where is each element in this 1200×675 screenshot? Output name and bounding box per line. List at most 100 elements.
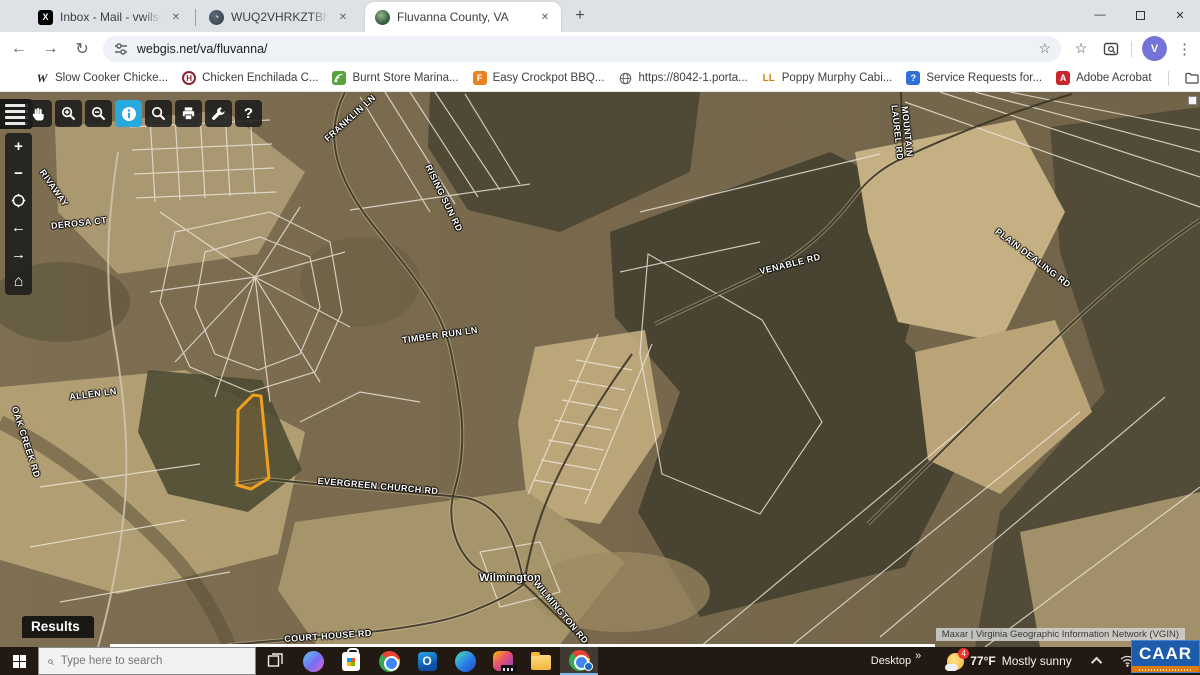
file-explorer-icon bbox=[531, 655, 551, 670]
taskbar-store[interactable] bbox=[332, 647, 370, 675]
tab-fluvanna-county[interactable]: Fluvanna County, VA ✕ bbox=[365, 2, 561, 32]
site-info-icon[interactable] bbox=[113, 41, 129, 57]
print-tool-button[interactable] bbox=[175, 100, 202, 127]
search-icon: ⌕ bbox=[47, 654, 54, 669]
close-button[interactable]: ✕ bbox=[1160, 0, 1200, 30]
weather-temperature: 77°F bbox=[970, 654, 995, 668]
results-panel-tab[interactable]: Results bbox=[22, 616, 94, 638]
bookmark-easy-crockpot[interactable]: F Easy Crockpot BBQ... bbox=[466, 67, 612, 89]
profile-avatar[interactable]: V bbox=[1142, 36, 1167, 61]
identify-tool-button[interactable] bbox=[115, 100, 142, 127]
bookmark-burnt-store[interactable]: Burnt Store Marina... bbox=[325, 67, 465, 89]
browser-tab-strip: X Inbox - Mail - vwilsonrealtor@ ✕ ◔ WUQ… bbox=[0, 0, 1200, 32]
screen: X Inbox - Mail - vwilsonrealtor@ ✕ ◔ WUQ… bbox=[0, 0, 1200, 675]
all-bookmarks-group: All Bookmarks bbox=[1159, 67, 1200, 89]
taskbar-edge[interactable] bbox=[446, 647, 484, 675]
folder-icon bbox=[1185, 71, 1199, 85]
globe-dark-favicon: ◔ bbox=[209, 10, 224, 25]
m365-copilot-icon bbox=[493, 651, 513, 671]
desktop-toolbar-label[interactable]: Desktop bbox=[871, 655, 911, 667]
bookmark-chicken-enchilada[interactable]: H Chicken Enchilada C... bbox=[175, 67, 325, 89]
zoom-in-button[interactable]: + bbox=[5, 133, 32, 160]
weather-alert-badge: 4 bbox=[958, 648, 969, 659]
full-extent-button[interactable] bbox=[5, 187, 32, 214]
bookmark-slow-cooker[interactable]: W Slow Cooker Chicke... bbox=[28, 67, 175, 89]
new-tab-button[interactable]: + bbox=[567, 3, 593, 29]
bookmark-label: Adobe Acrobat bbox=[1076, 72, 1151, 84]
bookmark-8042-portal[interactable]: https://8042-1.porta... bbox=[611, 67, 754, 89]
taskbar-chrome-active[interactable] bbox=[560, 647, 598, 675]
weather-widget[interactable]: 4 77°F Mostly sunny bbox=[947, 653, 1072, 670]
tab-title: Inbox - Mail - vwilsonrealtor@ bbox=[60, 10, 161, 24]
tools-button[interactable] bbox=[205, 100, 232, 127]
back-icon[interactable]: ← bbox=[6, 36, 32, 62]
extent-circle-icon bbox=[11, 193, 26, 208]
microsoft-store-icon bbox=[342, 652, 360, 671]
tab-close-icon[interactable]: ✕ bbox=[537, 9, 553, 25]
bookmark-label: Slow Cooker Chicke... bbox=[55, 72, 168, 84]
toolbar-chevron-icon[interactable]: » bbox=[915, 650, 921, 662]
reload-icon[interactable]: ↻ bbox=[69, 36, 95, 62]
bookmark-favicon bbox=[332, 71, 346, 85]
bookmark-label: Burnt Store Marina... bbox=[352, 72, 458, 84]
address-bar[interactable]: webgis.net/va/fluvanna/ ☆ bbox=[103, 36, 1061, 62]
tab-title: Fluvanna County, VA bbox=[397, 10, 530, 24]
bookmark-label: https://8042-1.porta... bbox=[638, 72, 747, 84]
maximize-button[interactable] bbox=[1120, 0, 1160, 30]
help-button[interactable]: ? bbox=[235, 100, 262, 127]
wrench-icon bbox=[211, 106, 226, 121]
map-toolbar: ? bbox=[25, 100, 262, 127]
copilot-icon bbox=[303, 651, 324, 672]
notification-badge bbox=[584, 662, 593, 671]
tab-search-icon[interactable] bbox=[1101, 39, 1121, 59]
county-seal-favicon bbox=[375, 10, 390, 25]
tab-close-icon[interactable]: ✕ bbox=[168, 9, 184, 25]
windows-logo-icon bbox=[13, 655, 26, 668]
bookmark-favicon: ? bbox=[906, 71, 920, 85]
info-icon bbox=[121, 106, 137, 122]
start-button[interactable] bbox=[0, 647, 38, 675]
next-extent-button[interactable]: → bbox=[5, 241, 32, 268]
zoom-out-tool-button[interactable] bbox=[85, 100, 112, 127]
bookmark-star-icon[interactable]: ☆ bbox=[1038, 40, 1051, 57]
mail-x-favicon: X bbox=[38, 10, 53, 25]
taskbar-outlook[interactable]: O bbox=[408, 647, 446, 675]
bookmark-favicon: H bbox=[182, 71, 196, 85]
map-viewport[interactable]: FRANKLIN LN RISING SUN RD MOUNTAIN LAURE… bbox=[0, 92, 1200, 647]
zoom-in-tool-button[interactable] bbox=[55, 100, 82, 127]
bookmark-adobe-acrobat[interactable]: A Adobe Acrobat bbox=[1049, 67, 1158, 89]
taskbar-file-explorer[interactable] bbox=[522, 647, 560, 675]
search-icon bbox=[151, 106, 166, 121]
tab-close-icon[interactable]: ✕ bbox=[335, 9, 351, 25]
toolbar-divider bbox=[1131, 41, 1132, 57]
zoom-out-button[interactable]: − bbox=[5, 160, 32, 187]
tray-expand-icon[interactable] bbox=[1091, 657, 1102, 668]
forward-icon[interactable]: → bbox=[38, 36, 64, 62]
aerial-imagery[interactable] bbox=[0, 92, 1200, 647]
overview-map-toggle[interactable] bbox=[1188, 96, 1197, 105]
map-nav-toolbar: + − ← → ⌂ bbox=[5, 133, 32, 295]
taskbar-m365-copilot[interactable] bbox=[484, 647, 522, 675]
reading-list-star-icon[interactable]: ☆ bbox=[1071, 39, 1091, 59]
bookmark-poppy-murphy[interactable]: LL Poppy Murphy Cabi... bbox=[755, 67, 900, 89]
taskbar-search[interactable]: ⌕ bbox=[38, 647, 256, 675]
toolbar-actions: ☆ V ⋮ bbox=[1071, 36, 1200, 61]
search-tool-button[interactable] bbox=[145, 100, 172, 127]
tab-portal[interactable]: ◔ WUQ2VHRKZTBhcWtHWVVjbX ✕ bbox=[199, 2, 359, 32]
bookmark-favicon: F bbox=[473, 71, 487, 85]
chrome-menu-icon[interactable]: ⋮ bbox=[1177, 40, 1192, 58]
home-button[interactable]: ⌂ bbox=[5, 268, 32, 295]
bookmark-service-requests[interactable]: ? Service Requests for... bbox=[899, 67, 1049, 89]
tab-inbox-mail[interactable]: X Inbox - Mail - vwilsonrealtor@ ✕ bbox=[28, 2, 192, 32]
taskbar-copilot[interactable] bbox=[294, 647, 332, 675]
bookmark-label: Service Requests for... bbox=[926, 72, 1042, 84]
pan-tool-button[interactable] bbox=[25, 100, 52, 127]
search-input[interactable] bbox=[61, 655, 221, 667]
all-bookmarks-button[interactable]: All Bookmarks bbox=[1178, 67, 1200, 89]
previous-extent-button[interactable]: ← bbox=[5, 214, 32, 241]
taskbar-chrome[interactable] bbox=[370, 647, 408, 675]
url-text[interactable]: webgis.net/va/fluvanna/ bbox=[137, 42, 1039, 56]
task-view-button[interactable] bbox=[256, 647, 294, 675]
minimize-button[interactable]: — bbox=[1080, 0, 1120, 30]
app-label-badge bbox=[501, 665, 517, 673]
